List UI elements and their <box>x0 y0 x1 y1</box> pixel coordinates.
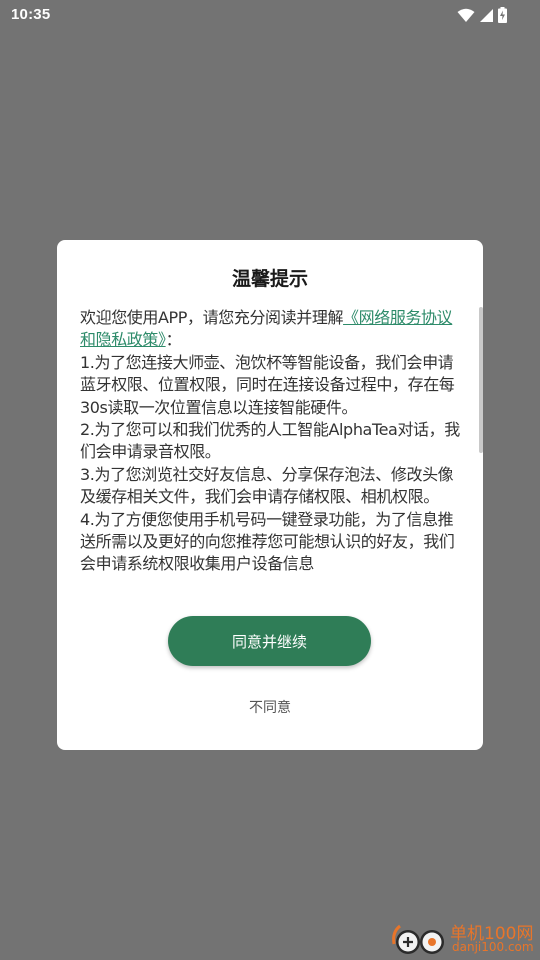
permission-item-3: 3.为了您浏览社交好友信息、分享保存泡法、修改头像及缓存相关文件，我们会申请存储… <box>80 464 454 507</box>
dialog-content: 欢迎您使用APP，请您充分阅读并理解《网络服务协议和隐私政策》： 1.为了您连接… <box>80 307 462 576</box>
status-bar: 10:35 <box>0 0 540 30</box>
permission-item-4: 4.为了方便您使用手机号码一键登录功能，为了信息推送所需以及更好的向您推荐您可能… <box>80 509 455 574</box>
disagree-button[interactable]: 不同意 <box>210 692 330 722</box>
status-icons <box>457 6 507 24</box>
watermark-domain: danji100.com <box>452 940 534 954</box>
status-time: 10:35 <box>11 6 51 23</box>
dialog-title: 温馨提示 <box>231 268 308 290</box>
permission-dialog: 温馨提示 欢迎您使用APP，请您充分阅读并理解《网络服务协议和隐私政策》： 1.… <box>57 240 483 750</box>
cell-signal-icon <box>480 8 493 22</box>
intro-text: 欢迎您使用APP，请您充分阅读并理解 <box>80 308 344 327</box>
agree-continue-button[interactable]: 同意并继续 <box>168 616 371 666</box>
dialog-content-scroll[interactable]: 欢迎您使用APP，请您充分阅读并理解《网络服务协议和隐私政策》： 1.为了您连接… <box>80 307 462 593</box>
watermark: 单机100网 danji100.com <box>386 918 536 958</box>
content-scrollbar-thumb[interactable] <box>479 307 483 453</box>
permission-item-1: 1.为了您连接大师壶、泡饮杯等智能设备，我们会申请蓝牙权限、位置权限，同时在连接… <box>80 352 455 417</box>
battery-charging-icon <box>498 7 507 23</box>
intro-end: ： <box>165 330 182 350</box>
intro-paragraph: 欢迎您使用APP，请您充分阅读并理解《网络服务协议和隐私政策》： <box>80 307 462 352</box>
danji-logo-icon <box>392 924 444 954</box>
wifi-icon <box>457 8 475 22</box>
permission-item-2: 2.为了您可以和我们优秀的人工智能AlphaTea对话，我们会申请录音权限。 <box>80 420 460 462</box>
